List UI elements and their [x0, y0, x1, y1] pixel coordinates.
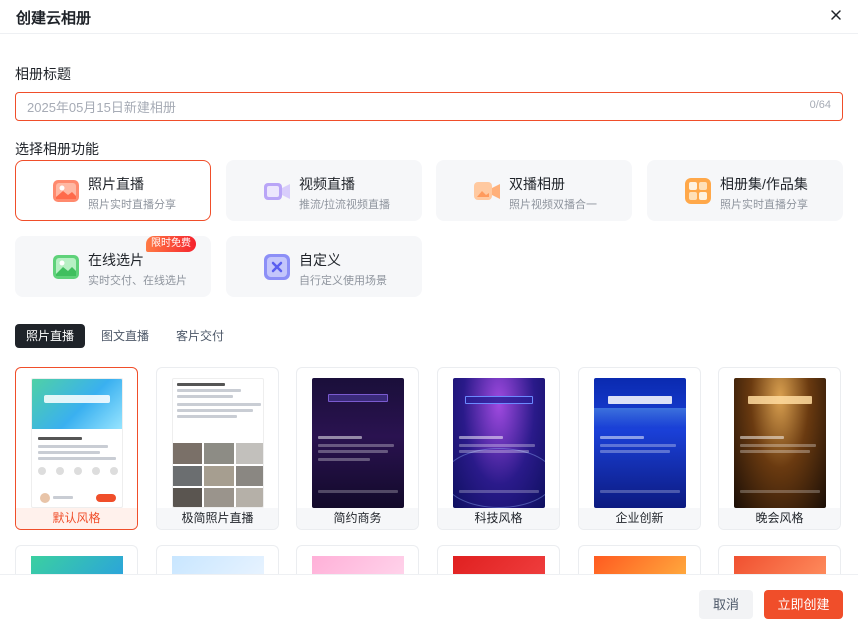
- template-name: 晚会风格: [719, 508, 840, 529]
- function-desc: 推流/拉流视频直播: [299, 199, 391, 211]
- template-preview: [453, 378, 545, 508]
- template-preview: [594, 378, 686, 508]
- function-section-label: 选择相册功能: [15, 141, 99, 157]
- function-name: 自定义: [299, 252, 341, 268]
- template-card-gala[interactable]: 晚会风格: [718, 367, 841, 530]
- album-title-input[interactable]: [27, 98, 787, 116]
- function-name: 视频直播: [299, 176, 355, 192]
- dialog-title: 创建云相册: [16, 10, 92, 27]
- template-name: 默认风格: [16, 508, 137, 529]
- template-card-business[interactable]: 简约商务: [296, 367, 419, 530]
- function-card-photo-live[interactable]: 照片直播 照片实时直播分享: [15, 160, 211, 221]
- function-desc: 照片实时直播分享: [720, 199, 808, 211]
- online-select-icon: [53, 255, 79, 279]
- function-name: 双播相册: [509, 176, 565, 192]
- template-card-default[interactable]: 默认风格: [15, 367, 138, 530]
- dual-live-icon: [474, 182, 500, 200]
- function-desc: 自行定义使用场景: [299, 275, 387, 287]
- dialog-header: 创建云相册: [0, 0, 858, 34]
- template-card-tech[interactable]: 科技风格: [437, 367, 560, 530]
- tab-graphic-live[interactable]: 图文直播: [90, 324, 160, 348]
- limited-free-badge: 限时免费: [146, 236, 196, 252]
- function-name: 照片直播: [88, 176, 144, 192]
- tab-client-delivery[interactable]: 客片交付: [165, 324, 235, 348]
- template-name: 科技风格: [438, 508, 559, 529]
- dialog-footer: 取消 立即创建: [0, 574, 858, 626]
- template-card-enterprise[interactable]: 企业创新: [578, 367, 701, 530]
- template-name: 企业创新: [579, 508, 700, 529]
- video-live-icon: [264, 183, 290, 200]
- function-name: 在线选片: [88, 252, 144, 268]
- create-button[interactable]: 立即创建: [764, 590, 843, 619]
- custom-icon: [264, 254, 290, 280]
- template-name: 简约商务: [297, 508, 418, 529]
- template-preview: [31, 378, 123, 508]
- close-icon[interactable]: [828, 7, 844, 23]
- function-card-album-collection[interactable]: 相册集/作品集 照片实时直播分享: [647, 160, 843, 221]
- function-desc: 实时交付、在线选片: [88, 275, 187, 287]
- cancel-button[interactable]: 取消: [699, 590, 753, 619]
- album-collection-icon: [685, 178, 711, 204]
- tab-photo-live[interactable]: 照片直播: [15, 324, 86, 348]
- function-desc: 照片视频双播合一: [509, 199, 597, 211]
- char-counter: 0/64: [809, 99, 831, 111]
- template-name: 极简照片直播: [157, 508, 278, 529]
- function-card-dual-live[interactable]: 双播相册 照片视频双播合一: [436, 160, 632, 221]
- function-desc: 照片实时直播分享: [88, 199, 176, 211]
- template-card-minimal[interactable]: 极简照片直播: [156, 367, 279, 530]
- photo-live-icon: [53, 180, 79, 202]
- function-name: 相册集/作品集: [720, 176, 808, 192]
- function-card-online-select[interactable]: 在线选片 实时交付、在线选片 限时免费: [15, 236, 211, 297]
- template-preview: [312, 378, 404, 508]
- function-card-video-live[interactable]: 视频直播 推流/拉流视频直播: [226, 160, 422, 221]
- function-card-custom[interactable]: 自定义 自行定义使用场景: [226, 236, 422, 297]
- template-preview: [734, 378, 826, 508]
- album-title-field[interactable]: 0/64: [15, 92, 843, 121]
- template-preview: [172, 378, 264, 508]
- album-title-label: 相册标题: [15, 66, 71, 82]
